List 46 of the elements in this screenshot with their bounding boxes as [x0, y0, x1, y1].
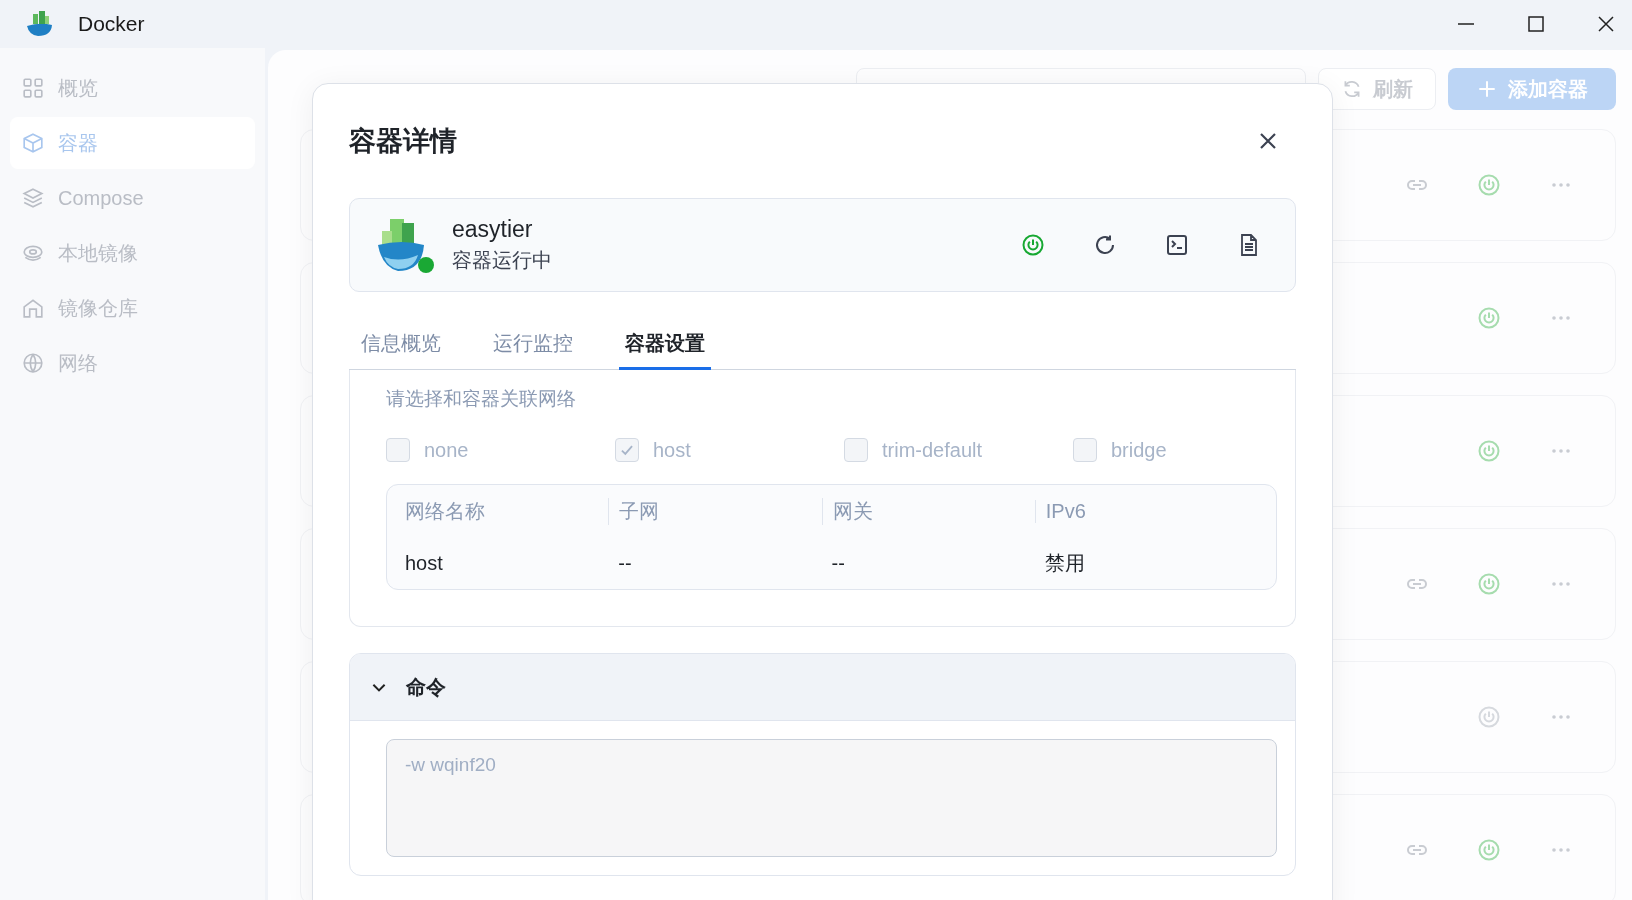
table-cell-text: -- — [618, 551, 633, 575]
terminal-icon[interactable] — [1165, 233, 1189, 257]
sidebar-item[interactable]: 本地镜像 — [10, 227, 255, 279]
sidebar-item[interactable]: 网络 — [10, 337, 255, 389]
tab[interactable]: 信息概览 — [355, 322, 447, 370]
table-cell-text: 禁用 — [1044, 550, 1086, 576]
sidebar-item[interactable]: 容器 — [10, 117, 255, 169]
sidebar-item[interactable]: Compose — [10, 172, 255, 224]
power-icon[interactable] — [1477, 173, 1501, 197]
power-icon[interactable] — [1477, 306, 1501, 330]
house-icon — [22, 297, 44, 319]
network-checkbox: none — [386, 438, 615, 462]
cube-icon — [22, 132, 44, 154]
sidebar-item[interactable]: 概览 — [10, 62, 255, 114]
power-icon[interactable] — [1477, 439, 1501, 463]
network-checkbox: host — [615, 438, 844, 462]
container-name: easytier — [452, 216, 534, 243]
dialog-title: 容器详情 — [349, 125, 457, 158]
column-header: 子网 — [608, 497, 832, 525]
command-section-header[interactable]: 命令 — [350, 654, 1295, 721]
close-icon[interactable] — [1596, 14, 1616, 34]
power-icon[interactable] — [1021, 233, 1045, 257]
tab[interactable]: 容器设置 — [619, 322, 711, 370]
sidebar-item[interactable]: 镜像仓库 — [10, 282, 255, 334]
add-container-button[interactable]: 添加容器 — [1448, 68, 1616, 110]
maximize-icon[interactable] — [1526, 14, 1546, 34]
grid-icon — [22, 77, 44, 99]
table-cell-text: -- — [831, 551, 846, 575]
tab[interactable]: 运行监控 — [487, 322, 579, 370]
column-header: 网关 — [821, 497, 1045, 525]
close-icon[interactable] — [1258, 131, 1278, 151]
column-header: IPv6 — [1034, 499, 1258, 523]
window-title: Docker — [78, 12, 145, 36]
network-checkbox: trim-default — [844, 438, 1073, 462]
command-field[interactable]: -w wqinf20 — [386, 739, 1277, 857]
column-header: 网络名称 — [405, 498, 486, 524]
container-status: 容器运行中 — [452, 248, 552, 273]
restart-icon[interactable] — [1093, 233, 1117, 257]
plus-icon — [1476, 78, 1498, 100]
network-checkbox: bridge — [1073, 438, 1302, 462]
power-icon[interactable] — [1477, 572, 1501, 596]
power-icon[interactable] — [1477, 838, 1501, 862]
table-cell-text: host — [405, 551, 444, 575]
globe-icon — [22, 352, 44, 374]
layers-icon — [22, 187, 44, 209]
network-prompt: 请选择和容器关联网络 — [386, 387, 577, 411]
